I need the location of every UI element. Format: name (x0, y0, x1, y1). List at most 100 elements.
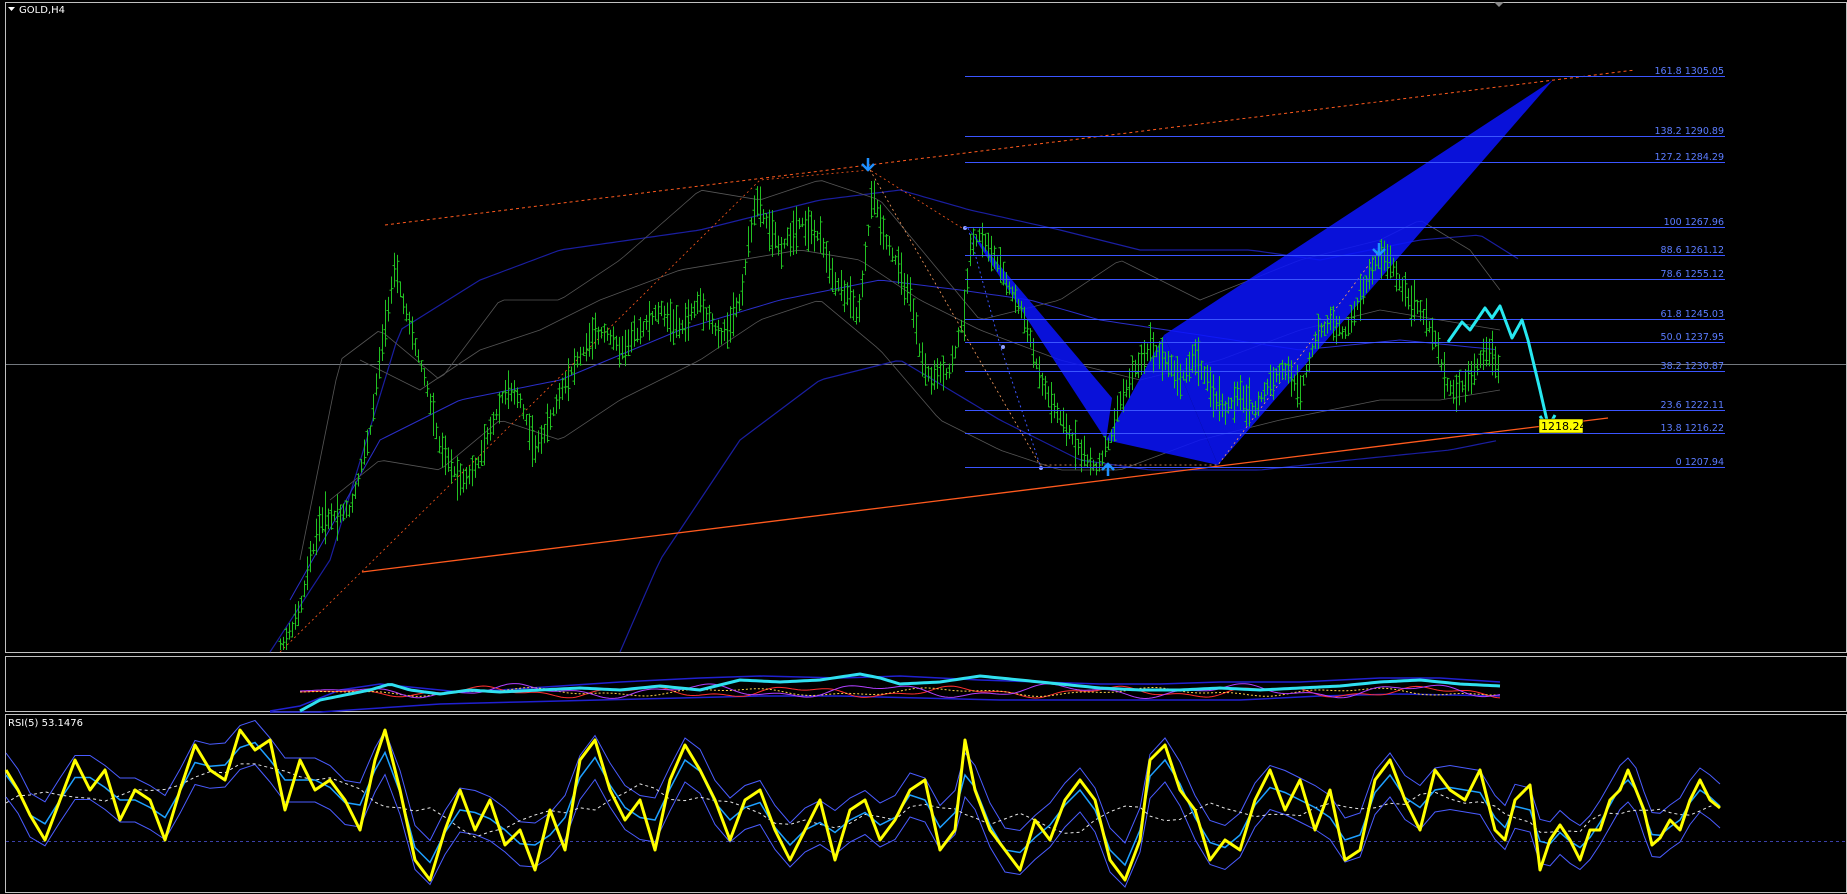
main-panel-frame (5, 2, 1847, 653)
price-bar (953, 345, 958, 359)
price-bar (674, 305, 679, 338)
price-bar (398, 281, 403, 298)
price-bar (833, 272, 838, 296)
price-bar (1145, 343, 1150, 362)
price-bar (671, 309, 676, 346)
price-bar (701, 293, 706, 331)
price-bar (1037, 356, 1042, 389)
price-bar (971, 228, 976, 256)
triangle-down-icon[interactable] (8, 7, 15, 11)
price-bar (944, 368, 949, 380)
price-bar (1394, 260, 1399, 292)
price-bar (737, 293, 742, 312)
price-bar (647, 300, 652, 341)
price-bar (374, 373, 379, 396)
price-bar (311, 543, 316, 555)
price-bar (887, 236, 892, 256)
rsi-lower-band (5, 763, 1721, 888)
scroll-marker-icon[interactable] (1494, 2, 1504, 7)
price-bar (677, 317, 682, 339)
price-bar (710, 313, 715, 335)
price-bar (443, 435, 448, 476)
price-bar (1454, 374, 1459, 412)
harmonic-pattern[interactable] (968, 80, 1553, 465)
price-bar (629, 322, 634, 353)
price-bar (1055, 402, 1060, 424)
price-bar (1094, 462, 1099, 476)
fib-level-label: 13.8 1216.22 (1661, 423, 1724, 434)
price-bar (686, 299, 691, 341)
price-bar (1061, 407, 1066, 434)
price-bar (581, 346, 586, 357)
upper-channel-line[interactable] (384, 69, 1636, 226)
fib-level-label: 50.0 1237.95 (1661, 332, 1724, 343)
symbol-label: GOLD,H4 (19, 5, 65, 16)
fib-level-label: 61.8 1245.03 (1661, 309, 1724, 320)
price-bar (1484, 336, 1489, 367)
price-bar (548, 409, 553, 430)
price-bar (1028, 328, 1033, 348)
price-bar (608, 329, 613, 345)
price-bar (1052, 393, 1057, 419)
price-bar (935, 358, 940, 389)
price-bar (1073, 419, 1078, 470)
price-bar (389, 276, 394, 304)
price-bar (743, 259, 748, 276)
osc-lower-band (270, 693, 1501, 713)
price-bar (947, 363, 952, 379)
price-bar (1064, 413, 1069, 447)
rsi-lines (4, 719, 1721, 888)
trading-chart[interactable]: GOLD,H4 161.8 1305.05 138.2 1290.89 127.2 … (0, 0, 1847, 894)
price-bar (968, 233, 973, 267)
price-bar (1304, 363, 1309, 378)
price-bar (785, 227, 790, 247)
price-bar (326, 508, 331, 530)
price-bar (527, 413, 532, 451)
price-bar (617, 336, 622, 368)
price-bar (551, 407, 556, 417)
price-bar (776, 235, 781, 256)
price-bar (680, 319, 685, 335)
price-bar (920, 342, 925, 377)
arrow-down-icon (861, 158, 875, 172)
price-bar (1046, 386, 1051, 408)
fib-level-label: 127.2 1284.29 (1654, 152, 1724, 163)
price-bar (1445, 377, 1450, 392)
price-bar (347, 504, 352, 518)
price-bar (377, 346, 382, 379)
price-bar (689, 303, 694, 321)
price-bar (962, 289, 967, 342)
price-bar (353, 481, 358, 500)
price-bar (1436, 332, 1441, 365)
fib-anchor-dot[interactable] (1001, 345, 1005, 349)
fib-level-label: 88.6 1261.12 (1661, 245, 1724, 256)
price-bar (284, 627, 289, 650)
forecast-path[interactable] (1446, 304, 1557, 431)
price-bar (1049, 382, 1054, 424)
price-bar (1427, 321, 1432, 333)
price-bar (842, 280, 847, 313)
price-bar (467, 465, 472, 485)
price-bar (557, 382, 562, 410)
price-bar (716, 319, 721, 349)
price-bar (1124, 379, 1129, 398)
price-bar (302, 580, 307, 598)
price-bar (575, 351, 580, 368)
trend-channel[interactable] (279, 69, 1636, 653)
price-bar (668, 298, 673, 342)
price-bar (494, 409, 499, 421)
price-bar (329, 503, 334, 530)
rsi-upper-band (5, 719, 1721, 844)
price-bar (1133, 359, 1138, 378)
price-bar (749, 217, 754, 243)
price-bar (866, 224, 871, 237)
price-bar (956, 327, 961, 348)
price-bar (806, 206, 811, 252)
price-bar (641, 321, 646, 337)
lower-channel-line[interactable] (361, 417, 1609, 573)
price-bar (305, 556, 310, 591)
price-bar (917, 343, 922, 357)
price-bar (665, 302, 670, 332)
price-bar (587, 322, 592, 357)
price-bar (308, 540, 313, 573)
